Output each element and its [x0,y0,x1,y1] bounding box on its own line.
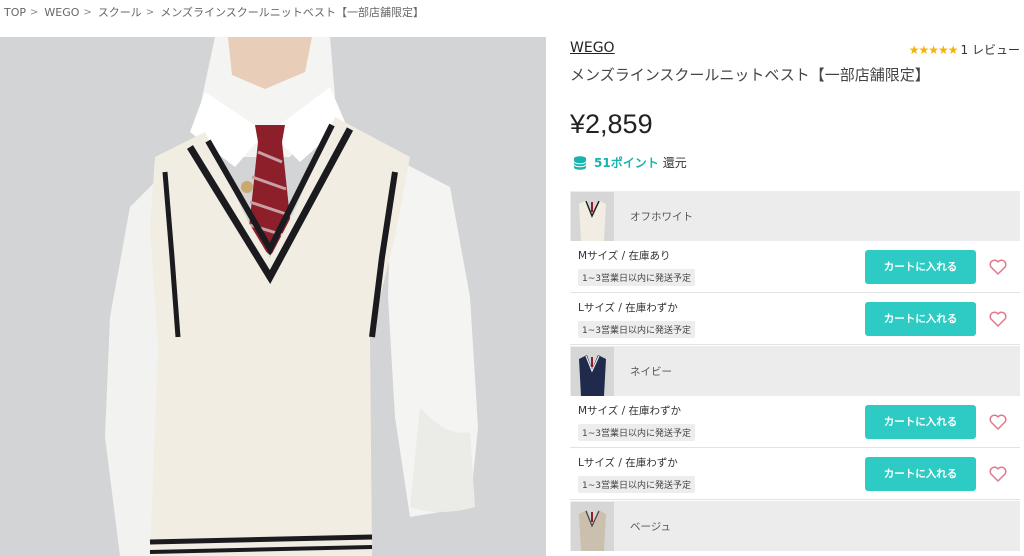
size-row: Mサイズ / 在庫わずか 1~3営業日以内に発送予定 カートに入れる [570,396,1020,448]
color-thumbnail[interactable] [571,191,614,241]
size-stock-label: Mサイズ / 在庫わずか [578,404,681,417]
color-thumbnail[interactable] [571,346,614,396]
product-photo-illustration [0,37,546,556]
add-to-cart-button[interactable]: カートに入れる [865,404,976,439]
shipping-badge: 1~3営業日以内に発送予定 [578,268,695,286]
shipping-badge: 1~3営業日以内に発送予定 [578,320,695,338]
shipping-badge: 1~3営業日以内に発送予定 [578,423,695,441]
heart-outline-icon[interactable] [988,309,1008,329]
breadcrumb-current: メンズラインスクールニットベスト【一部店舗限定】 [160,6,424,19]
heart-outline-icon[interactable] [988,257,1008,277]
points-value: 51ポイント [594,156,659,170]
size-row: Mサイズ / 在庫あり 1~3営業日以内に発送予定 カートに入れる [570,241,1020,293]
color-header-beige: ベージュ [570,500,1020,551]
color-header-navy: ネイビー [570,345,1020,396]
brand-link[interactable]: WEGO [570,40,615,56]
breadcrumb: TOP > WEGO > スクール > メンズラインスクールニットベスト【一部店… [4,4,424,20]
heart-outline-icon[interactable] [988,412,1008,432]
shipping-badge: 1~3営業日以内に発送予定 [578,475,695,493]
color-thumbnail[interactable] [571,501,614,551]
size-row: Lサイズ / 在庫わずか 1~3営業日以内に発送予定 カートに入れる [570,448,1020,500]
size-stock-label: Mサイズ / 在庫あり [578,249,671,262]
size-stock-label: Lサイズ / 在庫わずか [578,301,678,314]
product-main-image[interactable] [0,37,546,556]
size-row: Lサイズ / 在庫わずか 1~3営業日以内に発送予定 カートに入れる [570,293,1020,345]
breadcrumb-separator: > [145,6,155,18]
breadcrumb-brand[interactable]: WEGO [44,6,79,19]
add-to-cart-button[interactable]: カートに入れる [865,301,976,336]
breadcrumb-category[interactable]: スクール [98,4,142,20]
product-price: ¥2,859 [570,109,653,139]
color-name: オフホワイト [630,210,693,223]
add-to-cart-button[interactable]: カートに入れる [865,456,976,491]
size-stock-label: Lサイズ / 在庫わずか [578,456,678,469]
points-info: 51ポイント 還元 [572,154,687,171]
breadcrumb-top[interactable]: TOP [4,6,26,19]
add-to-cart-button[interactable]: カートに入れる [865,249,976,284]
color-name: ベージュ [630,520,672,533]
heart-outline-icon[interactable] [988,464,1008,484]
star-rating-icon: ★★★★★ [908,42,959,57]
breadcrumb-separator: > [30,6,39,18]
review-count[interactable]: 1 レビュー [961,41,1020,58]
breadcrumb-separator: > [83,6,92,18]
coin-stack-icon [573,155,587,170]
color-name: ネイビー [630,365,672,378]
variant-list: オフホワイト Mサイズ / 在庫あり 1~3営業日以内に発送予定 カートに入れる… [570,190,1020,551]
rating-summary[interactable]: ★★★★★ 1 レビュー [909,41,1020,58]
points-suffix: 還元 [662,156,687,170]
product-title: メンズラインスクールニットベスト【一部店舗限定】 [570,66,930,84]
color-header-offwhite: オフホワイト [570,190,1020,241]
